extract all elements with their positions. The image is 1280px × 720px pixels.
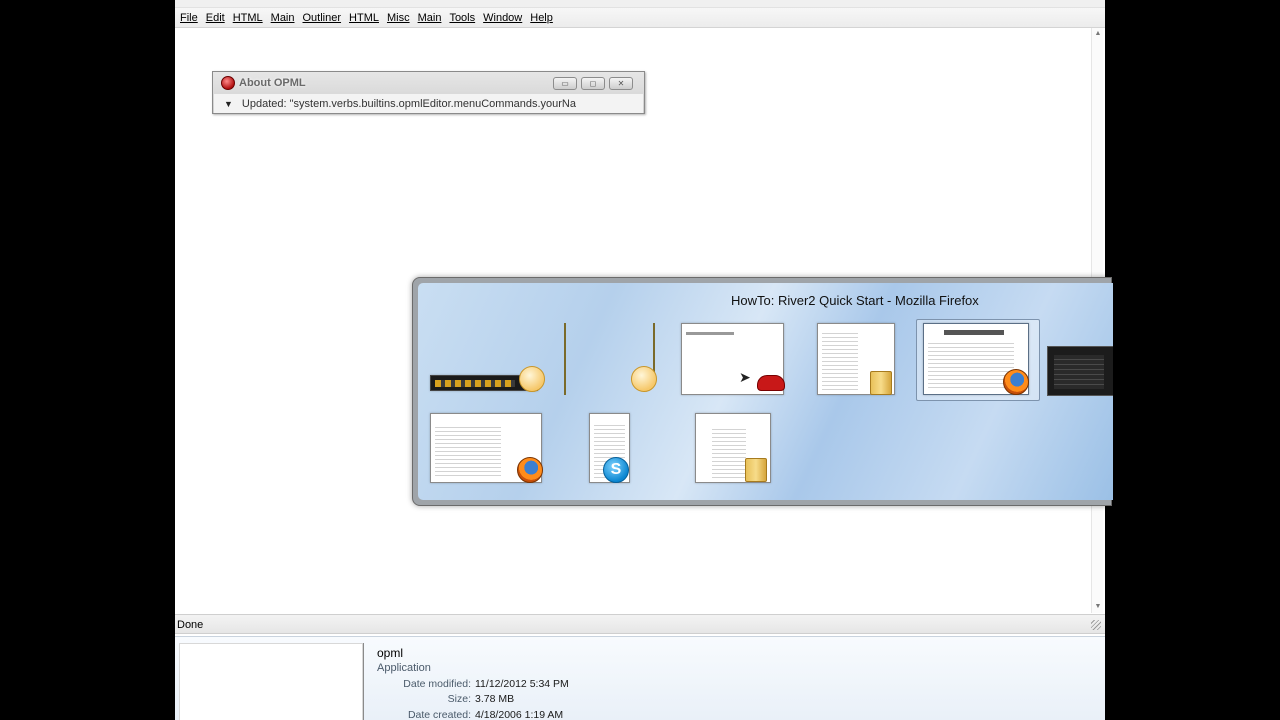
menu-misc[interactable]: Misc	[385, 12, 416, 24]
size-label: Size:	[447, 693, 471, 705]
folder-icon	[870, 371, 892, 395]
menu-edit[interactable]: Edit	[204, 12, 231, 24]
firefox-icon	[1003, 369, 1029, 395]
minimize-button[interactable]: ▭	[553, 77, 577, 90]
date-created-value: 4/18/2006 1:19 AM	[475, 709, 564, 720]
thumb-content	[822, 330, 858, 390]
menu-html-2[interactable]: HTML	[347, 12, 385, 24]
switcher-window-blank-left-edge	[564, 323, 566, 395]
menu-outliner[interactable]: Outliner	[301, 12, 348, 24]
maximize-button[interactable]: ◻	[581, 77, 605, 90]
media-player-controls	[435, 380, 515, 387]
date-modified-value: 11/12/2012 5:34 PM	[475, 678, 569, 690]
switcher-title: HowTo: River2 Quick Start - Mozilla Fire…	[731, 293, 979, 308]
switcher-window-dark-app[interactable]	[1047, 346, 1113, 396]
disclosure-triangle-icon[interactable]: ▼	[224, 99, 233, 109]
folder-icon	[745, 458, 767, 482]
details-pane: opml Application Date modified: 11/12/20…	[175, 636, 1105, 720]
date-modified-label: Date modified:	[403, 678, 471, 690]
user-icon[interactable]	[631, 366, 657, 392]
menu-main[interactable]: Main	[269, 12, 301, 24]
about-opml-window[interactable]: About OPML ▭ ◻ ✕ ▼ Updated: "system.verb…	[212, 71, 645, 114]
thumb-content	[712, 426, 746, 478]
thumb-content	[435, 424, 501, 478]
about-message: Updated: "system.verbs.builtins.opmlEdit…	[241, 97, 576, 110]
thumb-text-line	[686, 332, 734, 335]
menu-main-2[interactable]: Main	[416, 12, 448, 24]
scroll-down-icon[interactable]: ▼	[1092, 601, 1104, 613]
window-top-strip	[175, 0, 1105, 8]
size-value: 3.78 MB	[475, 693, 515, 705]
window-switcher-glass: HowTo: River2 Quick Start - Mozilla Fire…	[418, 283, 1113, 500]
about-window-body: ▼ Updated: "system.verbs.builtins.opmlEd…	[214, 94, 643, 113]
thumb-content	[1054, 355, 1104, 389]
file-thumbnail	[179, 643, 363, 720]
window-switcher: HowTo: River2 Quick Start - Mozilla Fire…	[412, 277, 1113, 506]
close-button[interactable]: ✕	[609, 77, 633, 90]
file-properties: opml Application Date modified: 11/12/20…	[363, 643, 763, 720]
menu-window[interactable]: Window	[481, 12, 528, 24]
resize-grip-icon[interactable]	[1091, 620, 1101, 630]
menu-bar: File Edit HTML Main Outliner HTML Misc M…	[175, 8, 1105, 28]
scroll-up-icon[interactable]: ▲	[1092, 28, 1104, 40]
thumb-heading	[944, 330, 1004, 335]
cursor-icon: ➤	[739, 369, 751, 385]
status-bar: Done	[175, 614, 1105, 634]
file-type: Application	[377, 662, 431, 674]
about-window-title: About OPML	[239, 77, 306, 89]
opml-logo-icon	[221, 76, 235, 90]
menu-help[interactable]: Help	[528, 12, 559, 24]
file-name: opml	[377, 646, 404, 660]
thumb-content	[928, 340, 1014, 390]
about-window-titlebar[interactable]: About OPML ▭ ◻ ✕	[213, 72, 644, 94]
car-icon	[757, 375, 785, 391]
user-icon	[519, 366, 545, 392]
date-created-label: Date created:	[407, 709, 471, 720]
menu-file[interactable]: File	[178, 12, 204, 24]
menu-html[interactable]: HTML	[231, 12, 269, 24]
skype-icon: S	[603, 457, 629, 483]
menu-tools[interactable]: Tools	[447, 12, 481, 24]
firefox-icon	[517, 457, 543, 483]
status-text: Done	[177, 619, 204, 631]
